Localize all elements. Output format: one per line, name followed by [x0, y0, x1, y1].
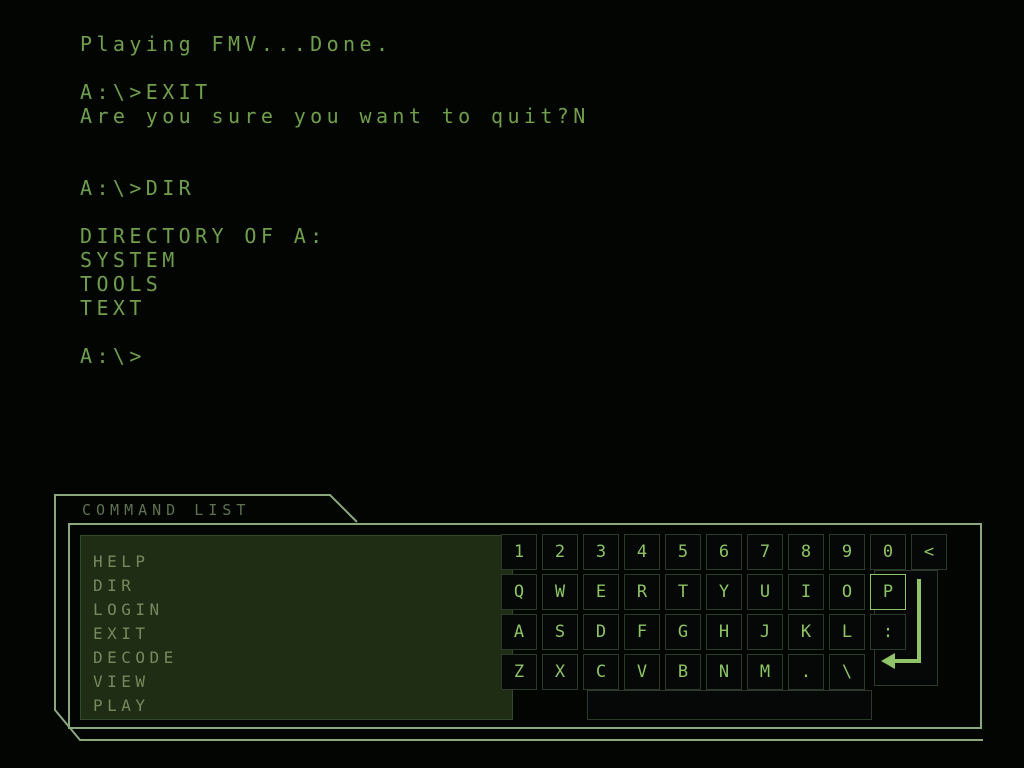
key-s[interactable]: S — [542, 614, 578, 650]
key-i[interactable]: I — [788, 574, 824, 610]
game-screen: Playing FMV...Done. A:\>EXIT Are you sure… — [0, 0, 1024, 768]
terminal-line: DIRECTORY OF A: — [80, 224, 327, 248]
key-4[interactable]: 4 — [624, 534, 660, 570]
terminal-line: TEXT — [80, 296, 146, 320]
key-2[interactable]: 2 — [542, 534, 578, 570]
key-c[interactable]: C — [583, 654, 619, 690]
key-r[interactable]: R — [624, 574, 660, 610]
key-backspace[interactable]: < — [911, 534, 947, 570]
key-5[interactable]: 5 — [665, 534, 701, 570]
command-item-dir[interactable]: DIR — [93, 574, 512, 598]
command-panel: COMMAND LIST HELP DIR LOGIN EXIT DECODE VIEW P… — [54, 494, 984, 746]
command-item-play[interactable]: PLAY — [93, 694, 512, 718]
terminal-line: SYSTEM — [80, 248, 179, 272]
terminal-line: A:\> — [80, 344, 146, 368]
key-l[interactable]: L — [829, 614, 865, 650]
key-3[interactable]: 3 — [583, 534, 619, 570]
key-h[interactable]: H — [706, 614, 742, 650]
key-7[interactable]: 7 — [747, 534, 783, 570]
command-item-help[interactable]: HELP — [93, 550, 512, 574]
key-6[interactable]: 6 — [706, 534, 742, 570]
key-w[interactable]: W — [542, 574, 578, 610]
key-e[interactable]: E — [583, 574, 619, 610]
command-item-exit[interactable]: EXIT — [93, 622, 512, 646]
terminal-line: A:\>EXIT — [80, 80, 212, 104]
command-list-tab-title: COMMAND LIST — [82, 501, 251, 519]
command-item-decode[interactable]: DECODE — [93, 646, 512, 670]
key-k[interactable]: K — [788, 614, 824, 650]
terminal-output: Playing FMV...Done. A:\>EXIT Are you sure… — [80, 32, 980, 368]
key-period[interactable]: . — [788, 654, 824, 690]
key-n[interactable]: N — [706, 654, 742, 690]
key-backslash[interactable]: \ — [829, 654, 865, 690]
key-space[interactable] — [587, 690, 872, 720]
key-8[interactable]: 8 — [788, 534, 824, 570]
terminal-line: TOOLS — [80, 272, 163, 296]
key-t[interactable]: T — [665, 574, 701, 610]
key-p[interactable]: P — [870, 574, 906, 610]
command-item-view[interactable]: VIEW — [93, 670, 512, 694]
command-list[interactable]: HELP DIR LOGIN EXIT DECODE VIEW PLAY — [80, 535, 513, 720]
terminal-line: A:\>DIR — [80, 176, 196, 200]
key-v[interactable]: V — [624, 654, 660, 690]
key-x[interactable]: X — [542, 654, 578, 690]
key-z[interactable]: Z — [501, 654, 537, 690]
key-1[interactable]: 1 — [501, 534, 537, 570]
key-f[interactable]: F — [624, 614, 660, 650]
key-b[interactable]: B — [665, 654, 701, 690]
key-j[interactable]: J — [747, 614, 783, 650]
key-a[interactable]: A — [501, 614, 537, 650]
key-0[interactable]: 0 — [870, 534, 906, 570]
key-d[interactable]: D — [583, 614, 619, 650]
key-9[interactable]: 9 — [829, 534, 865, 570]
key-g[interactable]: G — [665, 614, 701, 650]
key-m[interactable]: M — [747, 654, 783, 690]
terminal-line: Playing FMV...Done. — [80, 32, 393, 56]
key-q[interactable]: Q — [501, 574, 537, 610]
key-y[interactable]: Y — [706, 574, 742, 610]
key-o[interactable]: O — [829, 574, 865, 610]
key-u[interactable]: U — [747, 574, 783, 610]
terminal-line: Are you sure you want to quit?N — [80, 104, 590, 128]
key-colon[interactable]: : — [870, 614, 906, 650]
command-item-login[interactable]: LOGIN — [93, 598, 512, 622]
